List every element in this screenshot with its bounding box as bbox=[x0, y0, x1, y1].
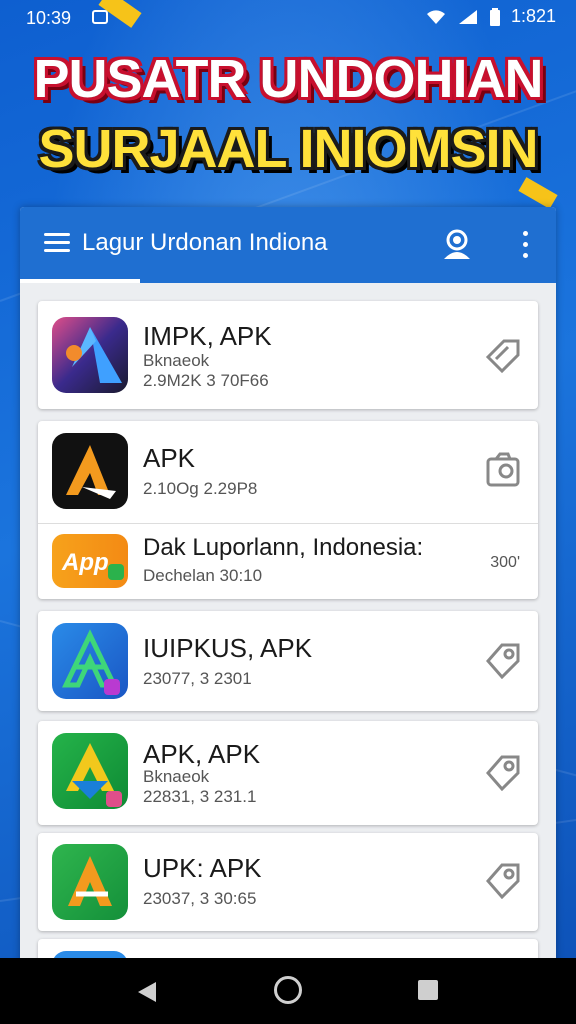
item-title: APK, APK bbox=[143, 739, 261, 769]
account-icon[interactable] bbox=[440, 227, 474, 261]
list-card-group: APK 2.10Og 2.29P8 App Dak Luporlann, Ind… bbox=[38, 421, 538, 599]
list-card[interactable]: IMPK, APK Bknaeok 2.9M2K 3 70F66 bbox=[38, 301, 538, 409]
app-orange-icon: App bbox=[52, 534, 128, 588]
list-card[interactable]: UPK: APK 23037, 3 30:65 bbox=[38, 833, 538, 931]
battery-icon bbox=[489, 7, 501, 26]
app-bar-title: Lagur Urdonan Indiona bbox=[82, 229, 328, 256]
recents-icon[interactable] bbox=[418, 980, 438, 1000]
item-meta: 2.10Og 2.29P8 bbox=[143, 479, 258, 498]
banner-headline: PUSATR UNDOHIAN bbox=[33, 49, 544, 109]
tag-icon[interactable] bbox=[484, 861, 522, 900]
svg-text:App: App bbox=[61, 549, 109, 576]
tag-icon[interactable] bbox=[484, 753, 522, 792]
menu-icon[interactable] bbox=[44, 233, 70, 253]
item-title: Dak Luporlann, Indonesia: bbox=[143, 534, 424, 561]
app-bar: Lagur Urdonan Indiona bbox=[20, 207, 556, 283]
item-meta: 22831, 3 231.1 bbox=[143, 787, 257, 806]
more-options-icon[interactable] bbox=[520, 231, 530, 259]
home-icon[interactable] bbox=[274, 976, 302, 1004]
list-card[interactable]: APK, APK Bknaeok 22831, 3 231.1 bbox=[38, 721, 538, 825]
signal-icon bbox=[457, 9, 479, 25]
item-meta: 23077, 3 2301 bbox=[143, 669, 252, 688]
item-value: 300' bbox=[490, 554, 520, 571]
list-card[interactable]: IUIPKUS, APK 23077, 3 2301 bbox=[38, 611, 538, 711]
wifi-icon bbox=[425, 9, 447, 25]
item-meta: 2.9M2K 3 70F66 bbox=[143, 371, 269, 390]
apk-blue-triangle-icon bbox=[52, 317, 128, 393]
item-subtitle: Bknaeok bbox=[143, 767, 210, 786]
app-panel: Lagur Urdonan Indiona IMPK, APK Bknaeok … bbox=[20, 207, 556, 967]
item-subtitle: Bknaeok bbox=[143, 351, 210, 370]
banner-subheadline: SURJAAL INIOMSIN bbox=[38, 119, 538, 179]
item-title: IMPK, APK bbox=[143, 321, 272, 351]
item-meta: 23037, 3 30:65 bbox=[143, 889, 257, 908]
list-item[interactable]: APK 2.10Og 2.29P8 bbox=[38, 421, 538, 523]
item-meta: Dechelan 30:10 bbox=[143, 566, 263, 585]
back-icon[interactable] bbox=[136, 980, 158, 1009]
apk-green-icon bbox=[52, 733, 128, 809]
status-bar: 10:39 1:821 bbox=[0, 0, 576, 36]
tag-icon[interactable] bbox=[484, 641, 522, 680]
notification-icon bbox=[92, 10, 108, 24]
item-title: APK bbox=[143, 443, 196, 473]
list-item[interactable]: App Dak Luporlann, Indonesia: Dechelan 3… bbox=[38, 524, 538, 599]
apk-blue-green-icon bbox=[52, 623, 128, 699]
tab-indicator bbox=[20, 279, 140, 283]
apk-green-a-icon bbox=[52, 844, 128, 920]
status-clock: 1:821 bbox=[510, 6, 556, 26]
apk-black-a-icon bbox=[52, 433, 128, 509]
promo-banner: PUSATR UNDOHIAN SURJAAL INIOMSIN bbox=[0, 40, 576, 200]
system-nav-bar bbox=[0, 958, 576, 1024]
status-time: 10:39 bbox=[26, 8, 72, 28]
tag-icon[interactable] bbox=[484, 335, 522, 374]
photo-tag-icon[interactable] bbox=[484, 451, 522, 489]
item-title: IUIPKUS, APK bbox=[143, 633, 313, 663]
item-title: UPK: APK bbox=[143, 853, 262, 883]
